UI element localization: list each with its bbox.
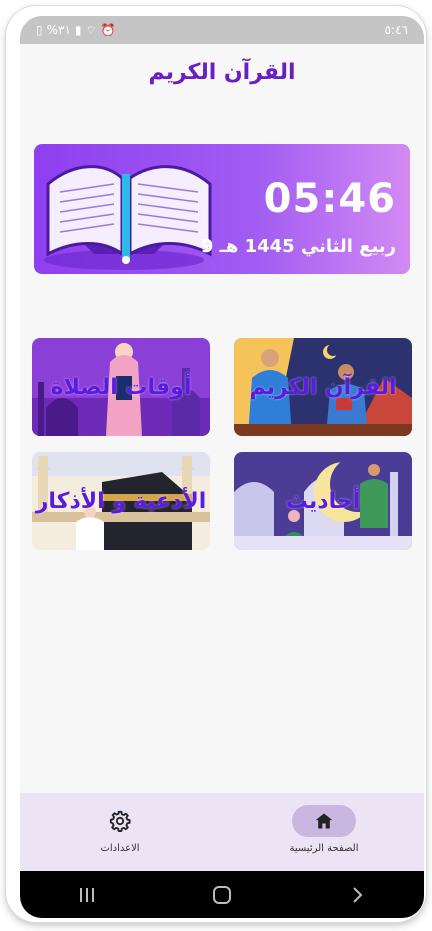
home-icon — [315, 813, 333, 829]
nav-home-pill — [292, 805, 356, 837]
gear-icon — [109, 810, 131, 832]
status-bar: ⏰ ⌔ ▮ ٣١% ▯ ٥:٤٦ — [20, 16, 424, 44]
battery-percent: ٣١% — [46, 23, 71, 37]
nav-settings-pill — [88, 805, 152, 837]
page-title: القرآن الكريم — [148, 59, 296, 85]
status-time: ٥:٤٦ — [384, 23, 408, 37]
battery-icon: ▯ — [36, 23, 43, 37]
signal-icon: ▮ — [74, 23, 82, 37]
wifi-icon: ⌔ — [85, 22, 97, 37]
card-prayer-times[interactable]: أوقات الصلاة — [32, 338, 210, 436]
card-quran[interactable]: القرآن الكريم — [234, 338, 412, 436]
nav-settings-label: الاعدادات — [100, 843, 140, 854]
phone-frame: ⏰ ⌔ ▮ ٣١% ▯ ٥:٤٦ القرآن الكريم 05:46 ربي… — [6, 6, 426, 922]
screen: ⏰ ⌔ ▮ ٣١% ▯ ٥:٤٦ القرآن الكريم 05:46 ربي… — [20, 16, 424, 918]
app-bar: القرآن الكريم — [20, 44, 424, 100]
clock-time: 05:46 — [263, 176, 396, 222]
card-label: أحاديث — [285, 488, 361, 514]
back-icon[interactable] — [347, 885, 367, 905]
card-hadith[interactable]: أحاديث — [234, 452, 412, 550]
nav-settings[interactable]: الاعدادات — [40, 805, 200, 865]
nav-home-label: الصفحة الرئيسية — [289, 843, 359, 854]
recent-apps-icon[interactable] — [77, 885, 97, 905]
status-icons: ⏰ ⌔ ▮ ٣١% ▯ — [36, 23, 116, 38]
card-label: الأدعية و الأذكار — [35, 488, 207, 514]
home-button-icon[interactable] — [212, 885, 232, 905]
hero-card: 05:46 ربيع الثاني 1445 هـ 9 — [34, 144, 410, 274]
alarm-icon: ⏰ — [100, 23, 116, 37]
card-label: أوقات الصلاة — [50, 374, 192, 400]
nav-home[interactable]: الصفحة الرئيسية — [244, 805, 404, 865]
card-label: القرآن الكريم — [249, 374, 397, 400]
hijri-date: ربيع الثاني 1445 هـ 9 — [200, 236, 396, 257]
system-navigation-bar — [20, 871, 424, 918]
card-supplications[interactable]: الأدعية و الأذكار — [32, 452, 210, 550]
bottom-navigation: الاعدادات الصفحة الرئيسية — [20, 793, 424, 871]
